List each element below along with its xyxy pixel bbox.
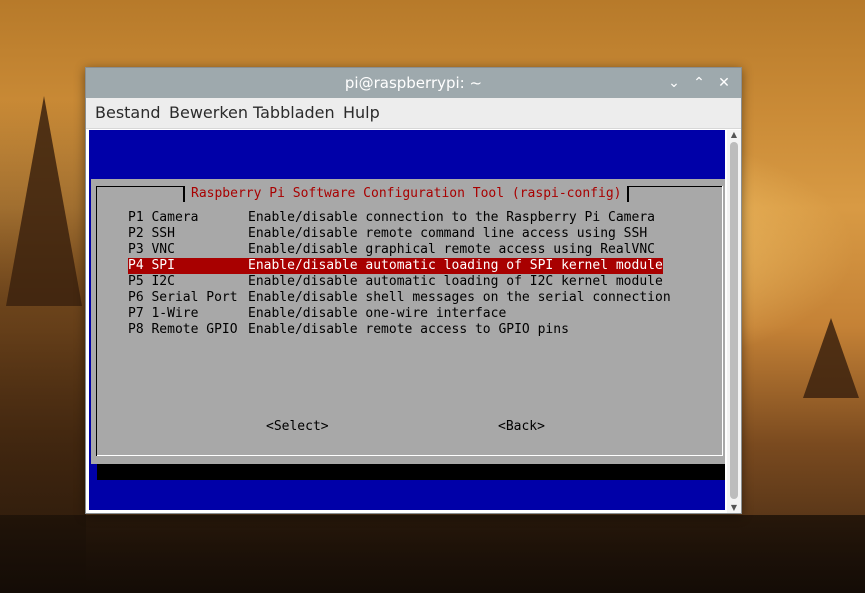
option-row[interactable]: P8 Remote GPIO Enable/disable remote acce…: [128, 322, 671, 338]
option-row[interactable]: P3 VNC Enable/disable graphical remote ac…: [128, 242, 671, 258]
option-description: Enable/disable one-wire interface: [248, 306, 507, 321]
option-row[interactable]: P7 1-Wire Enable/disable one-wire interfa…: [128, 306, 671, 322]
menubar: Bestand Bewerken Tabbladen Hulp: [86, 98, 741, 129]
scroll-down-arrow-icon[interactable]: ▼: [727, 503, 741, 513]
option-row[interactable]: P5 I2C Enable/disable automatic loading o…: [128, 274, 671, 290]
option-row[interactable]: P4 SPI Enable/disable automatic loading o…: [128, 258, 663, 274]
menu-bewerken[interactable]: Bewerken: [169, 98, 248, 128]
option-key: P3 VNC: [128, 242, 175, 257]
close-icon: ✕: [718, 75, 730, 91]
option-description: Enable/disable shell messages on the ser…: [248, 290, 671, 305]
chevron-up-icon: ⌃: [693, 75, 705, 91]
option-description: Enable/disable automatic loading of SPI …: [248, 258, 663, 273]
select-button[interactable]: <Select>: [266, 419, 329, 435]
window-title: pi@raspberrypi: ~: [344, 74, 483, 92]
raspi-config-dialog: Raspberry Pi Software Configuration Tool…: [91, 179, 725, 464]
desktop-background-ground: [0, 515, 865, 593]
option-key: P8 Remote GPIO: [128, 322, 238, 337]
menu-hulp[interactable]: Hulp: [343, 98, 380, 128]
maximize-button[interactable]: ⌃: [688, 72, 710, 94]
scrollbar-thumb[interactable]: [730, 142, 738, 499]
close-button[interactable]: ✕: [713, 72, 735, 94]
option-key: P1 Camera: [128, 210, 199, 225]
option-description: Enable/disable graphical remote access u…: [248, 242, 655, 257]
terminal-window: pi@raspberrypi: ~ ⌄ ⌃ ✕ Bestand Bewerken…: [85, 67, 742, 514]
option-key: P5 I2C: [128, 274, 175, 289]
back-button[interactable]: <Back>: [498, 419, 545, 435]
option-description: Enable/disable connection to the Raspber…: [248, 210, 655, 225]
option-description: Enable/disable remote command line acces…: [248, 226, 648, 241]
option-key: P6 Serial Port: [128, 290, 238, 305]
option-description: Enable/disable automatic loading of I2C …: [248, 274, 663, 289]
option-list: P1 Camera Enable/disable connection to th…: [128, 210, 671, 338]
scroll-up-arrow-icon[interactable]: ▲: [727, 130, 741, 140]
option-row[interactable]: P2 SSH Enable/disable remote command line…: [128, 226, 671, 242]
scrollbar[interactable]: ▲ ▼: [727, 130, 741, 513]
desktop-background-stupa: [6, 96, 82, 306]
option-description: Enable/disable remote access to GPIO pin…: [248, 322, 569, 337]
minimize-button[interactable]: ⌄: [663, 72, 685, 94]
dialog-title: Raspberry Pi Software Configuration Tool…: [183, 186, 630, 202]
menu-tabbladen[interactable]: Tabbladen: [253, 98, 335, 128]
menu-bestand[interactable]: Bestand: [95, 98, 161, 128]
option-key: P7 1-Wire: [128, 306, 199, 321]
option-row[interactable]: P1 Camera Enable/disable connection to th…: [128, 210, 671, 226]
chevron-down-icon: ⌄: [668, 75, 680, 91]
option-row[interactable]: P6 Serial Port Enable/disable shell messa…: [128, 290, 671, 306]
window-titlebar[interactable]: pi@raspberrypi: ~ ⌄ ⌃ ✕: [86, 68, 741, 98]
dialog-shadow: [97, 464, 725, 480]
desktop-background-stupa: [803, 318, 859, 398]
option-key: P2 SSH: [128, 226, 175, 241]
terminal-area[interactable]: Raspberry Pi Software Configuration Tool…: [89, 130, 725, 510]
option-key: P4 SPI: [128, 258, 175, 273]
